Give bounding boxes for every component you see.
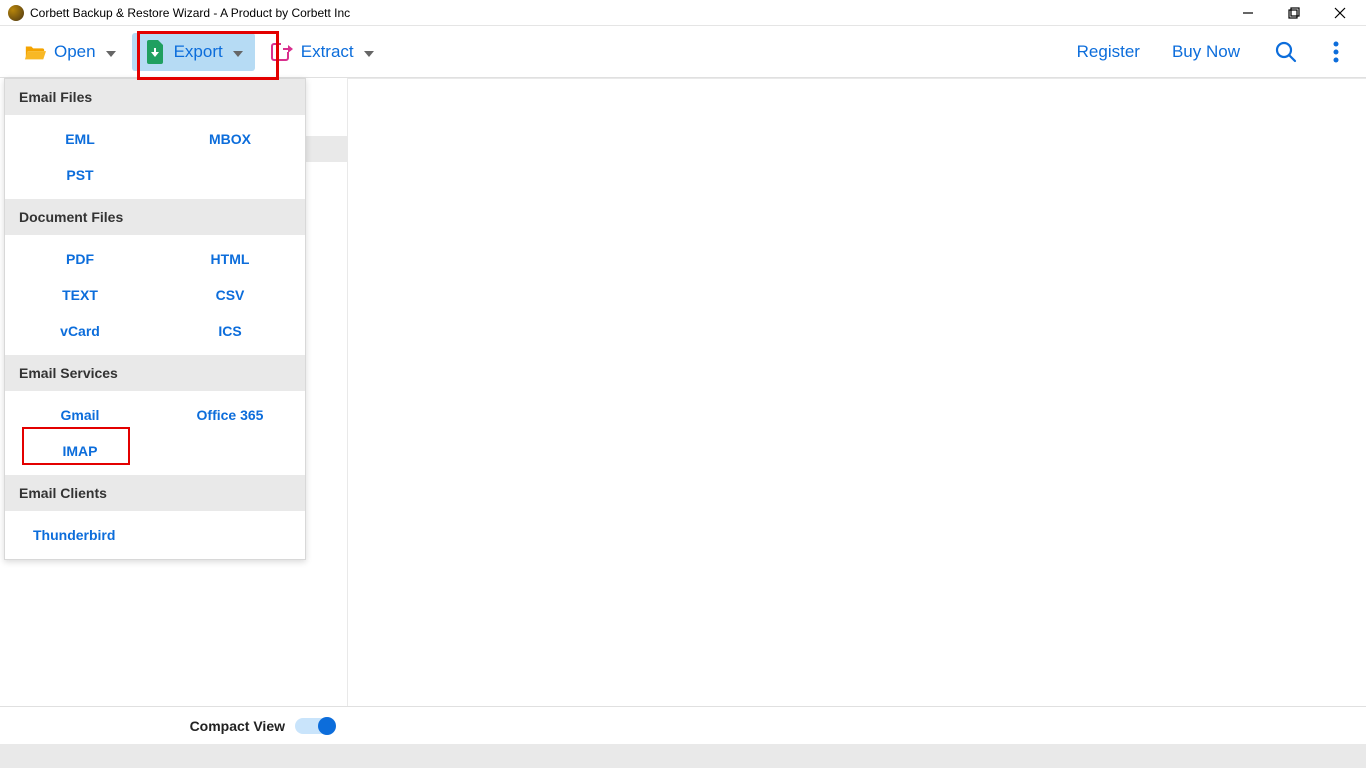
export-label: Export xyxy=(174,42,223,62)
main-area: Email Files EML MBOX PST Document Files … xyxy=(0,78,1366,706)
dd-section-email-files: Email Files xyxy=(5,79,305,115)
maximize-button[interactable] xyxy=(1282,1,1306,25)
dd-item-office365[interactable]: Office 365 xyxy=(155,397,305,433)
dd-item-html[interactable]: HTML xyxy=(155,241,305,277)
dd-item-mbox[interactable]: MBOX xyxy=(155,121,305,157)
toggle-knob xyxy=(318,717,336,735)
more-menu-button[interactable] xyxy=(1322,38,1350,66)
compact-view-label: Compact View xyxy=(190,718,285,734)
sidebar-area: Email Files EML MBOX PST Document Files … xyxy=(0,78,347,706)
search-icon xyxy=(1275,41,1297,63)
close-button[interactable] xyxy=(1328,1,1352,25)
export-button[interactable]: Export xyxy=(132,33,255,71)
dd-item-pst[interactable]: PST xyxy=(5,157,155,193)
dd-item-vcard[interactable]: vCard xyxy=(5,313,155,349)
dd-item-pdf[interactable]: PDF xyxy=(5,241,155,277)
titlebar: Corbett Backup & Restore Wizard - A Prod… xyxy=(0,0,1366,26)
extract-icon xyxy=(271,41,293,63)
more-vertical-icon xyxy=(1333,41,1339,63)
window-controls xyxy=(1236,1,1352,25)
compact-view-toggle[interactable] xyxy=(295,718,335,734)
dd-item-thunderbird[interactable]: Thunderbird xyxy=(5,517,305,553)
chevron-down-icon xyxy=(106,42,116,62)
chevron-down-icon xyxy=(364,42,374,62)
search-button[interactable] xyxy=(1272,38,1300,66)
extract-label: Extract xyxy=(301,42,354,62)
minimize-button[interactable] xyxy=(1236,1,1260,25)
folder-open-icon xyxy=(24,41,46,63)
dd-item-text[interactable]: TEXT xyxy=(5,277,155,313)
dd-item-gmail[interactable]: Gmail xyxy=(5,397,155,433)
dd-section-document-files: Document Files xyxy=(5,199,305,235)
statusbar xyxy=(0,744,1366,768)
panel-background-hint xyxy=(304,136,348,162)
open-label: Open xyxy=(54,42,96,62)
content-pane xyxy=(347,78,1366,706)
toolbar: Open Export Extract Register Buy Now xyxy=(0,26,1366,78)
app-icon xyxy=(8,5,24,21)
dd-section-email-services: Email Services xyxy=(5,355,305,391)
buynow-link[interactable]: Buy Now xyxy=(1172,42,1240,62)
open-button[interactable]: Open xyxy=(12,33,128,71)
window-title: Corbett Backup & Restore Wizard - A Prod… xyxy=(30,6,350,20)
chevron-down-icon xyxy=(233,42,243,62)
dd-item-imap[interactable]: IMAP xyxy=(5,433,155,469)
export-file-icon xyxy=(144,41,166,63)
export-dropdown: Email Files EML MBOX PST Document Files … xyxy=(4,78,306,560)
dd-item-csv[interactable]: CSV xyxy=(155,277,305,313)
dd-section-email-clients: Email Clients xyxy=(5,475,305,511)
dd-item-ics[interactable]: ICS xyxy=(155,313,305,349)
bottombar: Compact View xyxy=(0,706,1366,744)
extract-button[interactable]: Extract xyxy=(259,33,386,71)
register-link[interactable]: Register xyxy=(1077,42,1140,62)
dd-item-eml[interactable]: EML xyxy=(5,121,155,157)
